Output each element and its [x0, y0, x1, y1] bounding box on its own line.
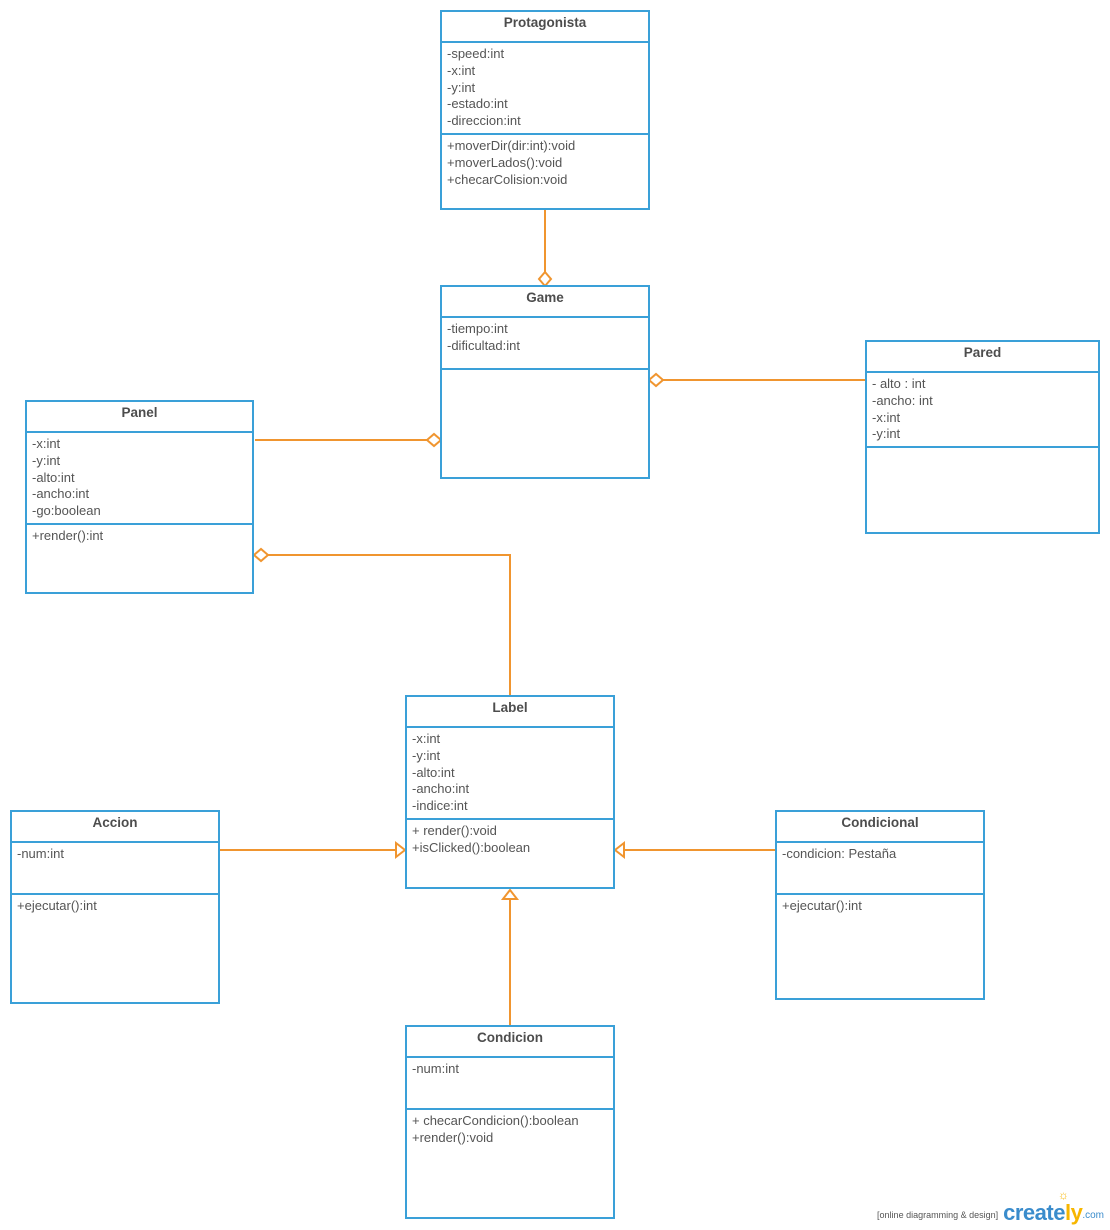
class-attribute: -y:int: [872, 426, 901, 442]
class-protagonista[interactable]: Protagonista -speed:int -x:int -y:int -esta…: [440, 10, 650, 210]
class-method: +ejecutar():int: [782, 898, 862, 913]
class-attribute: -indice:int: [412, 798, 468, 814]
class-method: +moverDir(dir:int):void: [447, 138, 576, 153]
class-attribute: -ancho:int: [32, 486, 90, 502]
attributes-section: -tiempo:int -dificultad:int: [442, 318, 648, 370]
class-attribute: -condicion: Pestaña: [782, 846, 897, 861]
class-attribute: -num:int: [412, 1061, 459, 1076]
brand-domain: .com: [1082, 1210, 1104, 1221]
connector-label-panel: [268, 554, 511, 696]
class-attribute: -alto:int: [32, 469, 75, 485]
methods-section: +render():int: [27, 525, 252, 545]
class-name: Panel: [27, 402, 252, 433]
methods-section: + checarCondicion():boolean +render():voi…: [407, 1110, 613, 1147]
class-attribute: -x:int: [872, 409, 901, 425]
class-method: +render():void: [412, 1129, 494, 1145]
class-attribute: -y:int: [32, 452, 61, 468]
creately-watermark: [online diagramming & design] ☼ creately…: [877, 1188, 1104, 1226]
class-method: +moverLados():void: [447, 154, 563, 170]
attributes-section: -x:int -y:int -alto:int -ancho:int -indice:i…: [407, 728, 613, 820]
generalization-arrow-icon: [613, 840, 625, 860]
class-pared[interactable]: Pared - alto : int -ancho: int -x:int -y:in…: [865, 340, 1100, 534]
class-name: Protagonista: [442, 12, 648, 43]
class-method: +ejecutar():int: [17, 898, 97, 913]
class-attribute: -tiempo:int: [447, 321, 508, 336]
class-panel[interactable]: Panel -x:int -y:int -alto:int -ancho:int -go…: [25, 400, 254, 594]
class-method: + checarCondicion():boolean: [412, 1113, 579, 1128]
lightbulb-icon: ☼: [1057, 1188, 1069, 1202]
class-name: Condicional: [777, 812, 983, 843]
class-attribute: -x:int: [412, 731, 441, 746]
class-attribute: -y:int: [447, 79, 476, 95]
class-label[interactable]: Label -x:int -y:int -alto:int -ancho:int -in…: [405, 695, 615, 889]
class-attribute: -ancho:int: [412, 781, 470, 797]
class-name: Pared: [867, 342, 1098, 373]
class-method: +isClicked():boolean: [412, 839, 531, 855]
methods-section: [867, 448, 1098, 451]
class-method: + render():void: [412, 823, 497, 838]
class-game[interactable]: Game -tiempo:int -dificultad:int: [440, 285, 650, 479]
brand-main: create: [1003, 1200, 1065, 1225]
brand-accent: ly: [1064, 1200, 1083, 1225]
class-attribute: -ancho: int: [872, 392, 933, 408]
class-attribute: -speed:int: [447, 46, 505, 61]
watermark-tagline: [online diagramming & design]: [877, 1210, 999, 1220]
class-attribute: -dificultad:int: [447, 337, 520, 353]
methods-section: +moverDir(dir:int):void +moverLados():voi…: [442, 135, 648, 188]
class-attribute: - alto : int: [872, 376, 926, 391]
class-method: +checarColision:void: [447, 171, 568, 187]
class-name: Accion: [12, 812, 218, 843]
methods-section: [442, 370, 648, 373]
attributes-section: -speed:int -x:int -y:int -estado:int -direcc…: [442, 43, 648, 135]
class-attribute: -y:int: [412, 747, 441, 763]
attributes-section: -num:int: [407, 1058, 613, 1110]
class-attribute: -num:int: [17, 846, 64, 861]
aggregation-diamond-icon: [252, 547, 270, 563]
generalization-arrow-icon: [500, 888, 520, 900]
attributes-section: -x:int -y:int -alto:int -ancho:int -go:boole…: [27, 433, 252, 525]
class-attribute: -direccion:int: [447, 113, 521, 129]
attributes-section: -condicion: Pestaña: [777, 843, 983, 895]
class-accion[interactable]: Accion -num:int +ejecutar():int: [10, 810, 220, 1004]
aggregation-diamond-icon: [647, 372, 665, 388]
methods-section: +ejecutar():int: [12, 895, 218, 915]
class-attribute: -x:int: [447, 62, 476, 78]
class-condicion[interactable]: Condicion -num:int + checarCondicion():b…: [405, 1025, 615, 1219]
class-method: +render():int: [32, 528, 104, 543]
class-name: Label: [407, 697, 613, 728]
class-attribute: -x:int: [32, 436, 61, 451]
creately-logo: ☼ creately: [1003, 1188, 1083, 1226]
class-name: Game: [442, 287, 648, 318]
methods-section: +ejecutar():int: [777, 895, 983, 915]
class-attribute: -go:boolean: [32, 503, 101, 519]
methods-section: + render():void +isClicked():boolean: [407, 820, 613, 857]
class-name: Condicion: [407, 1027, 613, 1058]
class-condicional[interactable]: Condicional -condicion: Pestaña +ejecuta…: [775, 810, 985, 1000]
class-attribute: -alto:int: [412, 764, 455, 780]
aggregation-diamond-icon: [537, 270, 553, 288]
generalization-arrow-icon: [395, 840, 407, 860]
attributes-section: - alto : int -ancho: int -x:int -y:int: [867, 373, 1098, 448]
class-attribute: -estado:int: [447, 96, 508, 112]
attributes-section: -num:int: [12, 843, 218, 895]
aggregation-diamond-icon: [425, 432, 443, 448]
